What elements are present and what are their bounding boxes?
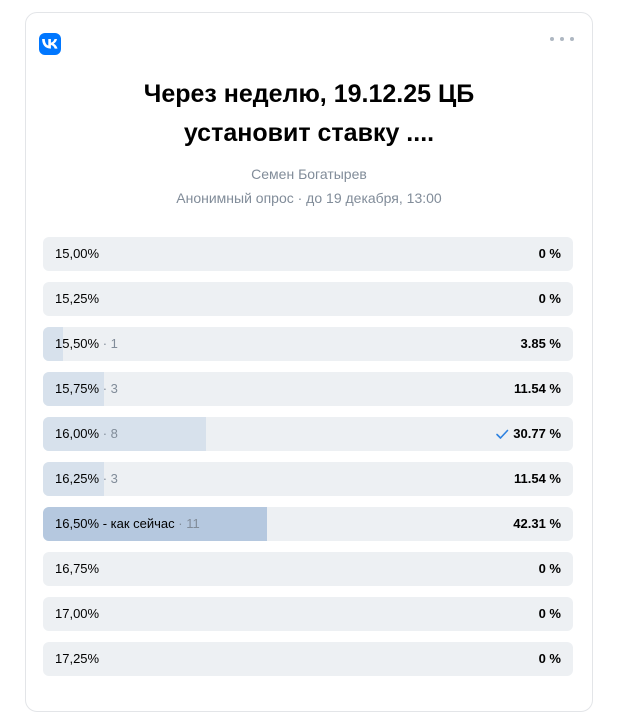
poll-card: Через неделю, 19.12.25 ЦБ установит став…: [25, 12, 593, 712]
poll-option-votes: · 3: [99, 471, 118, 486]
poll-option[interactable]: 15,25% 0 %: [43, 282, 573, 316]
vk-logo-icon[interactable]: [39, 33, 61, 55]
poll-option-label: 15,50% · 1: [55, 327, 118, 361]
poll-option-text: 16,50% - как сейчас: [55, 516, 175, 531]
poll-option-percent: 0 %: [539, 642, 561, 676]
poll-option-text: 15,25%: [55, 291, 100, 306]
poll-option-percent: 0 %: [539, 552, 561, 586]
poll-option-text: 17,25%: [55, 651, 100, 666]
poll-option-percent-text: 11.54 %: [514, 471, 561, 486]
poll-option[interactable]: 16,00% · 8 30.77 %: [43, 417, 573, 451]
poll-option-percent-text: 0 %: [538, 291, 561, 306]
poll-option-label: 16,25% · 3: [55, 462, 118, 496]
poll-option-percent-text: 3.85 %: [520, 336, 561, 351]
poll-option-percent-text: 0 %: [538, 561, 561, 576]
poll-option[interactable]: 15,50% · 1 3.85 %: [43, 327, 573, 361]
poll-option-percent: 30.77 %: [495, 417, 561, 451]
poll-option[interactable]: 15,00% 0 %: [43, 237, 573, 271]
poll-option-percent-text: 0 %: [538, 606, 561, 621]
poll-option[interactable]: 16,50% - как сейчас · 11 42.31 %: [43, 507, 573, 541]
poll-option[interactable]: 17,00% 0 %: [43, 597, 573, 631]
poll-option-percent: 0 %: [539, 282, 561, 316]
poll-author[interactable]: Семен Богатырев: [26, 165, 592, 183]
poll-title-line1: Через неделю, 19.12.25 ЦБ: [143, 80, 475, 108]
poll-option-votes: · 11: [174, 516, 200, 531]
vk-logo-glyph: [42, 39, 58, 49]
poll-option-label: 16,00% · 8: [55, 417, 118, 451]
poll-option-text: 16,75%: [55, 561, 100, 576]
poll-option-percent-text: 0 %: [538, 651, 561, 666]
poll-option-label: 17,00%: [55, 597, 99, 631]
poll-options-list: 15,00% 0 % 15,25% 0 % 15,50% · 1 3.85 % 15,75%…: [43, 237, 573, 687]
poll-option-label: 15,75% · 3: [55, 372, 118, 406]
poll-option-label: 17,25%: [55, 642, 99, 676]
poll-option-label: 15,25%: [55, 282, 99, 316]
poll-option[interactable]: 17,25% 0 %: [43, 642, 573, 676]
poll-option-text: 16,00%: [55, 426, 100, 441]
poll-option-label: 15,00%: [55, 237, 99, 271]
poll-option-percent: 0 %: [539, 237, 561, 271]
poll-option-percent: 11.54 %: [514, 372, 561, 406]
poll-option-text: 15,75%: [55, 381, 100, 396]
poll-option-text: 15,00%: [55, 246, 100, 261]
poll-option-text: 15,50%: [55, 336, 100, 351]
poll-option[interactable]: 16,25% · 3 11.54 %: [43, 462, 573, 496]
poll-option-percent-text: 0 %: [538, 246, 561, 261]
poll-meta: Анонимный опрос · до 19 декабря, 13:00: [176, 190, 442, 206]
poll-option-text: 17,00%: [55, 606, 100, 621]
poll-option-percent: 3.85 %: [521, 327, 561, 361]
poll-option[interactable]: 16,75% 0 %: [43, 552, 573, 586]
poll-option-votes: · 8: [99, 426, 118, 441]
poll-option-percent: 42.31 %: [513, 507, 561, 541]
poll-option[interactable]: 15,75% · 3 11.54 %: [43, 372, 573, 406]
check-icon: [496, 429, 509, 439]
poll-option-votes: · 1: [99, 336, 118, 351]
more-horizontal-icon[interactable]: [550, 31, 574, 47]
poll-option-percent-text: 11.54 %: [514, 381, 561, 396]
poll-title-line2: установит ставку ....: [183, 119, 435, 147]
poll-option-votes: · 3: [99, 381, 118, 396]
poll-title: Через неделю, 19.12.25 ЦБ установит став…: [56, 75, 562, 153]
poll-option-percent: 11.54 %: [514, 462, 561, 496]
poll-option-percent-text: 42.31 %: [513, 516, 561, 531]
poll-option-label: 16,50% - как сейчас · 11: [55, 507, 200, 541]
poll-option-label: 16,75%: [55, 552, 99, 586]
poll-option-percent-text: 30.77 %: [513, 426, 561, 441]
poll-option-percent: 0 %: [539, 597, 561, 631]
poll-option-text: 16,25%: [55, 471, 100, 486]
